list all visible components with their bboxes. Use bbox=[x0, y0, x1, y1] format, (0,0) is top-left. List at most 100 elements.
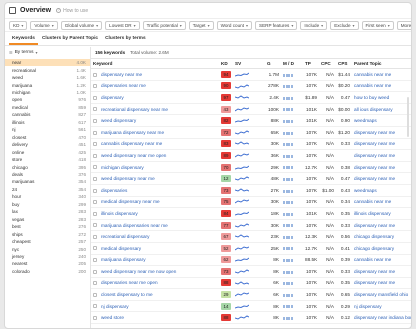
filter-first-seen[interactable]: First seen ▾ bbox=[361, 20, 394, 30]
sidebar-item-recreational[interactable]: recreational 1.4K bbox=[5, 66, 90, 73]
table-row[interactable]: dispensary near me 94 1.7M 107K N/A $1.44 cann… bbox=[91, 68, 411, 81]
sidebar-item-buy[interactable]: buy 299 bbox=[5, 201, 90, 208]
table-row[interactable]: michigan dispensary 70 29K 12.7K N/A 0.38 disp… bbox=[91, 161, 411, 174]
keyword-cell[interactable]: weed store bbox=[91, 311, 219, 325]
sidebar-item-illinois[interactable]: illinois 617 bbox=[5, 119, 90, 126]
keyword-cell[interactable]: illinois dispensary bbox=[91, 207, 219, 220]
column-header-tp[interactable]: TP bbox=[303, 58, 319, 69]
row-checkbox[interactable] bbox=[93, 316, 97, 321]
column-header-parent-topic[interactable]: Parent Topic bbox=[352, 58, 411, 69]
sidebar-item-store[interactable]: store 418 bbox=[5, 156, 90, 163]
sidebar-item-michigan[interactable]: michigan 1.0K bbox=[5, 89, 90, 96]
row-checkbox[interactable] bbox=[93, 292, 97, 297]
keyword-link[interactable]: weed dispensary bbox=[101, 118, 136, 123]
column-header-keyword[interactable]: Keyword bbox=[91, 58, 219, 69]
parent-topic-cell-text[interactable]: how to buy weed bbox=[354, 95, 389, 100]
keyword-cell[interactable]: weed dispensary bbox=[91, 114, 219, 127]
parent-topic-cell-text[interactable]: chicago dispensary bbox=[354, 246, 394, 251]
sidebar-item-colorado[interactable]: colorado 200 bbox=[5, 268, 90, 275]
parent-topic-cell[interactable]: weedmaps bbox=[352, 184, 411, 197]
table-row[interactable]: illinois dispensary 84 18K 101K N/A 0.35 illin… bbox=[91, 207, 411, 220]
keyword-cell[interactable]: dispensary bbox=[91, 91, 219, 104]
table-row[interactable]: weed dispensary near me 12 48K 107K N/A 0.47 d… bbox=[91, 172, 411, 185]
parent-topic-cell-text[interactable]: chicago dispensary bbox=[354, 234, 394, 239]
sidebar-item-vegas[interactable]: vegas 283 bbox=[5, 216, 90, 223]
parent-topic-cell[interactable]: dispensary near me bbox=[352, 265, 411, 278]
keyword-link[interactable]: medical dispensary bbox=[101, 246, 141, 251]
table-row[interactable]: cannabis dispensary near me 83 30K 107K N/A 0… bbox=[91, 138, 411, 151]
keyword-link[interactable]: marijuana dispensaries near me bbox=[101, 223, 168, 228]
table-row[interactable]: recreational dispensary 67 23K 12.3K N/A 0.56… bbox=[91, 230, 411, 243]
parent-topic-cell-text[interactable]: dispensary near me bbox=[354, 165, 395, 170]
keyword-cell[interactable]: dispensary near me bbox=[91, 68, 219, 81]
keyword-link[interactable]: recreational dispensary bbox=[101, 234, 149, 239]
keyword-cell[interactable]: dispensaries near me open bbox=[91, 277, 219, 290]
column-header-sv[interactable]: SV bbox=[233, 58, 265, 69]
sidebar-item-cheapest[interactable]: cheapest 257 bbox=[5, 238, 90, 245]
parent-topic-cell[interactable]: dispensary near me bbox=[352, 138, 411, 151]
table-row[interactable]: marijuana dispensaries near me 77 30K 107K N… bbox=[91, 219, 411, 232]
parent-topic-cell-text[interactable]: cannabis near me bbox=[354, 83, 391, 88]
table-row[interactable]: dispensary 97 2.4K $1.89 N/A 0.47 how to buy w… bbox=[91, 91, 411, 104]
parent-topic-cell-text[interactable]: dispensary near indiana border bbox=[354, 315, 411, 320]
parent-topic-cell[interactable]: dispensary near me bbox=[352, 277, 411, 290]
parent-topic-cell-text[interactable]: weedmaps bbox=[354, 188, 377, 193]
keyword-link[interactable]: illinois dispensary bbox=[101, 211, 138, 216]
keyword-link[interactable]: weed store bbox=[101, 315, 124, 320]
table-row[interactable]: marijuana dispensary near me 72 65K 107K N/A… bbox=[91, 126, 411, 139]
column-header-cps[interactable]: CPS bbox=[336, 58, 352, 69]
keyword-cell[interactable]: dispensaries near me bbox=[91, 80, 219, 93]
parent-topic-cell[interactable]: weedmaps bbox=[352, 114, 411, 127]
keyword-link[interactable]: dispensaries near me bbox=[101, 83, 146, 88]
row-checkbox[interactable] bbox=[93, 130, 97, 135]
row-checkbox[interactable] bbox=[93, 188, 97, 193]
sidebar-item-online[interactable]: online 425 bbox=[5, 148, 90, 155]
table-row[interactable]: weed dispensary near me now open 73 8K 107K… bbox=[91, 265, 411, 278]
table-row[interactable]: recreational dispensary near me 43 100K 101… bbox=[91, 103, 411, 116]
parent-topic-cell-text[interactable]: dispensary near me bbox=[354, 153, 395, 158]
parent-topic-cell[interactable]: how to buy weed bbox=[352, 91, 411, 104]
keyword-link[interactable]: weed dispensary near me now open bbox=[101, 269, 176, 274]
parent-topic-cell-text[interactable]: illinois dispensary bbox=[354, 211, 391, 216]
parent-topic-cell-text[interactable]: weedmaps bbox=[354, 118, 377, 123]
column-header-cpc[interactable]: CPC bbox=[319, 58, 336, 69]
sidebar-item-24[interactable]: 24 354 bbox=[5, 186, 90, 193]
filter-target[interactable]: Target ▾ bbox=[188, 20, 214, 30]
parent-topic-cell[interactable]: all ious dispensary bbox=[352, 103, 411, 116]
keyword-link[interactable]: marijuana dispensary near me bbox=[101, 130, 164, 135]
parent-topic-cell-text[interactable]: cannabis near me bbox=[354, 72, 391, 77]
filter-serp-features[interactable]: SERP features ▾ bbox=[255, 20, 298, 30]
keyword-cell[interactable]: weed dispensary near me bbox=[91, 172, 219, 185]
keyword-cell[interactable]: medical dispensary near me bbox=[91, 196, 219, 209]
table-row[interactable]: closest dispensary to me 29 6K 107K N/A 0.65 d… bbox=[91, 288, 411, 301]
row-checkbox[interactable] bbox=[93, 246, 97, 251]
parent-topic-cell[interactable]: illinois dispensary bbox=[352, 207, 411, 220]
parent-topic-cell-text[interactable]: dispensary near me bbox=[354, 280, 395, 285]
row-checkbox[interactable] bbox=[93, 281, 97, 286]
keyword-link[interactable]: nj dispensary bbox=[101, 304, 129, 309]
keyword-link[interactable]: cannabis dispensary near me bbox=[101, 141, 162, 146]
parent-topic-cell-text[interactable]: all ious dispensary bbox=[354, 107, 393, 112]
by-terms-dropdown[interactable]: ☰ By terms ▾ bbox=[5, 47, 90, 57]
row-checkbox[interactable] bbox=[93, 200, 97, 205]
sidebar-item-chicago[interactable]: chicago 395 bbox=[5, 163, 90, 170]
keyword-cell[interactable]: michigan dispensary bbox=[91, 161, 219, 174]
sidebar-item-nj[interactable]: nj 561 bbox=[5, 126, 90, 133]
filter-lowest-dr[interactable]: Lowest DR ▾ bbox=[105, 20, 140, 30]
table-row[interactable]: nj dispensary 14 8K 107K N/A 0.29 nj dispensar… bbox=[91, 300, 411, 313]
keyword-link[interactable]: weed dispensary near me bbox=[101, 176, 155, 181]
parent-topic-cell-text[interactable]: nj dispensary bbox=[354, 304, 382, 309]
row-checkbox[interactable] bbox=[93, 258, 97, 263]
sidebar-item-ships[interactable]: ships 272 bbox=[5, 230, 90, 237]
keyword-cell[interactable]: recreational dispensary near me bbox=[91, 103, 219, 116]
parent-topic-cell[interactable]: cannabis near me bbox=[352, 196, 411, 209]
row-checkbox[interactable] bbox=[93, 153, 97, 158]
table-row[interactable]: dispensaries 73 27K 107K $1.00 0.43 weedmaps bbox=[91, 184, 411, 197]
parent-topic-cell[interactable]: cannabis near me bbox=[352, 80, 411, 93]
tab-clusters-by-terms[interactable]: Clusters by terms bbox=[102, 34, 149, 45]
column-header-m-d[interactable]: M / D bbox=[281, 58, 303, 69]
sidebar-item-nyc[interactable]: nyc 250 bbox=[5, 245, 90, 252]
tab-keywords[interactable]: Keywords bbox=[9, 34, 38, 45]
table-row[interactable]: medical dispensary near me 75 30K 107K N/A 0.… bbox=[91, 196, 411, 209]
scrollbar[interactable] bbox=[407, 97, 409, 137]
